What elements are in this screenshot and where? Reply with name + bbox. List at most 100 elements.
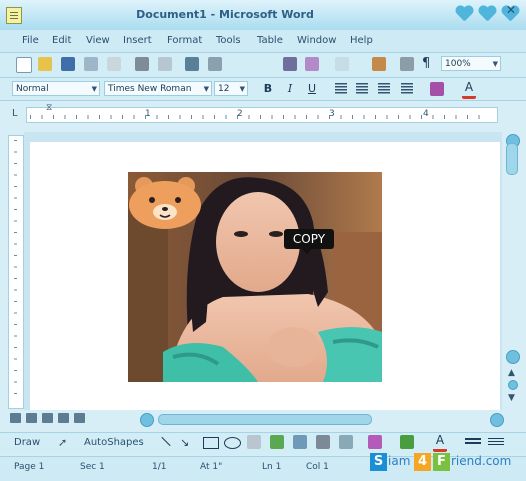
research-icon[interactable] [208,57,222,71]
fill-color-icon[interactable] [368,435,382,449]
menu-format[interactable]: Format [167,35,202,46]
scroll-right-icon[interactable] [490,413,504,427]
rectangle-tool-icon[interactable] [203,437,219,449]
menu-file[interactable]: File [22,35,39,46]
ruler-ticks [30,115,490,119]
spelling-icon[interactable] [185,57,199,71]
undo-icon[interactable] [335,57,349,71]
new-document-icon[interactable] [16,57,32,73]
formatting-toolbar: Normal ▼ Times New Roman ▼ 12 ▼ B I U A [0,78,526,101]
heart-icon [478,6,496,22]
print-icon[interactable] [135,57,149,71]
indent-marker-icon[interactable]: ⧖ [46,104,55,113]
standard-toolbar: ¶ 100% ▼ [0,53,526,78]
paste-icon[interactable] [283,57,297,71]
vertical-scroll-thumb[interactable] [506,143,518,175]
text-box-icon[interactable] [247,435,261,449]
watermark-letter: F [433,453,450,471]
email-icon[interactable] [107,57,121,71]
draw-menu-button[interactable]: Draw [14,437,40,448]
tab-selector-icon[interactable]: L [12,109,22,119]
insert-hyperlink-icon[interactable] [372,57,386,71]
next-page-icon[interactable]: ▼ [508,393,515,403]
chevron-down-icon: ▼ [203,85,209,93]
diagram-icon[interactable] [293,435,307,449]
heart-icon [455,6,473,22]
horizontal-scroll-thumb[interactable] [158,414,372,425]
document-map-icon[interactable] [400,57,414,71]
vertical-ruler-ticks [14,140,17,400]
print-preview-icon[interactable] [158,57,172,71]
previous-page-icon[interactable]: ▲ [508,368,515,378]
menu-help[interactable]: Help [350,35,373,46]
status-column: Col 1 [306,462,329,472]
status-page: Page 1 [14,462,45,472]
menu-insert[interactable]: Insert [123,35,152,46]
site-watermark-logo: S iam 4 F riend.com [368,450,518,474]
italic-button[interactable]: I [282,81,298,96]
menu-view[interactable]: View [86,35,110,46]
font-color-icon[interactable]: A [462,81,476,99]
font-size-select[interactable]: 12 ▼ [214,81,248,96]
font-select[interactable]: Times New Roman ▼ [104,81,212,96]
select-objects-icon[interactable]: ➚ [58,436,67,449]
menu-edit[interactable]: Edit [52,35,71,46]
bold-button[interactable]: B [260,81,276,96]
align-right-icon[interactable] [378,83,390,94]
print-layout-view-icon[interactable] [42,413,53,423]
scroll-down-icon[interactable] [506,350,520,364]
copy-sticker: COPY [284,229,334,254]
reading-layout-view-icon[interactable] [74,413,85,423]
status-at: At 1" [200,462,223,472]
scroll-left-icon[interactable] [140,413,154,427]
align-left-icon[interactable] [335,83,347,94]
menu-bar: File Edit View Insert Format Tools Table… [0,30,526,53]
watermark-letter: 4 [414,453,431,471]
watermark-text: iam [388,454,411,468]
bear-sticker-icon [129,177,201,229]
font-value: Times New Roman [108,84,192,94]
maximize-button[interactable] [478,6,498,23]
style-select[interactable]: Normal ▼ [12,81,100,96]
line-color-icon[interactable] [400,435,414,449]
arrow-tool-icon[interactable]: ↘ [180,436,189,449]
minimize-button[interactable] [455,6,475,23]
close-document-icon[interactable]: ✕ [506,4,518,16]
clip-art-icon[interactable] [316,435,330,449]
watermark-letter: S [370,453,387,471]
insert-picture-icon[interactable] [339,435,353,449]
inserted-photo[interactable] [128,172,382,382]
font-size-value: 12 [218,84,230,94]
status-line: Ln 1 [262,462,282,472]
autoshapes-menu-button[interactable]: AutoShapes [84,437,144,448]
style-value: Normal [16,84,49,94]
open-folder-icon[interactable] [38,57,52,71]
watermark-text: riend.com [451,454,512,468]
web-layout-view-icon[interactable] [26,413,37,423]
outline-view-icon[interactable] [58,413,69,423]
chevron-down-icon: ▼ [239,85,245,93]
menu-window[interactable]: Window [297,35,336,46]
line-style-icon[interactable] [465,438,481,446]
save-icon[interactable] [61,57,75,71]
select-browse-object-icon[interactable] [508,380,518,390]
highlight-icon[interactable] [430,82,444,96]
dash-style-icon[interactable] [488,438,504,446]
show-hide-paragraph-icon[interactable]: ¶ [422,57,436,71]
wordart-icon[interactable] [270,435,284,449]
normal-view-icon[interactable] [10,413,21,423]
justify-icon[interactable] [401,83,413,94]
zoom-select[interactable]: 100% ▼ [441,56,501,71]
zoom-value: 100% [445,59,471,69]
status-pages: 1/1 [152,462,167,472]
underline-button[interactable]: U [304,81,320,96]
chevron-down-icon: ▼ [492,60,498,68]
status-section: Sec 1 [80,462,105,472]
permission-icon[interactable] [84,57,98,71]
oval-tool-icon[interactable] [224,437,241,449]
chevron-down-icon: ▼ [91,85,97,93]
format-painter-icon[interactable] [305,57,319,71]
menu-table[interactable]: Table [257,35,283,46]
align-center-icon[interactable] [356,83,368,94]
menu-tools[interactable]: Tools [216,35,241,46]
